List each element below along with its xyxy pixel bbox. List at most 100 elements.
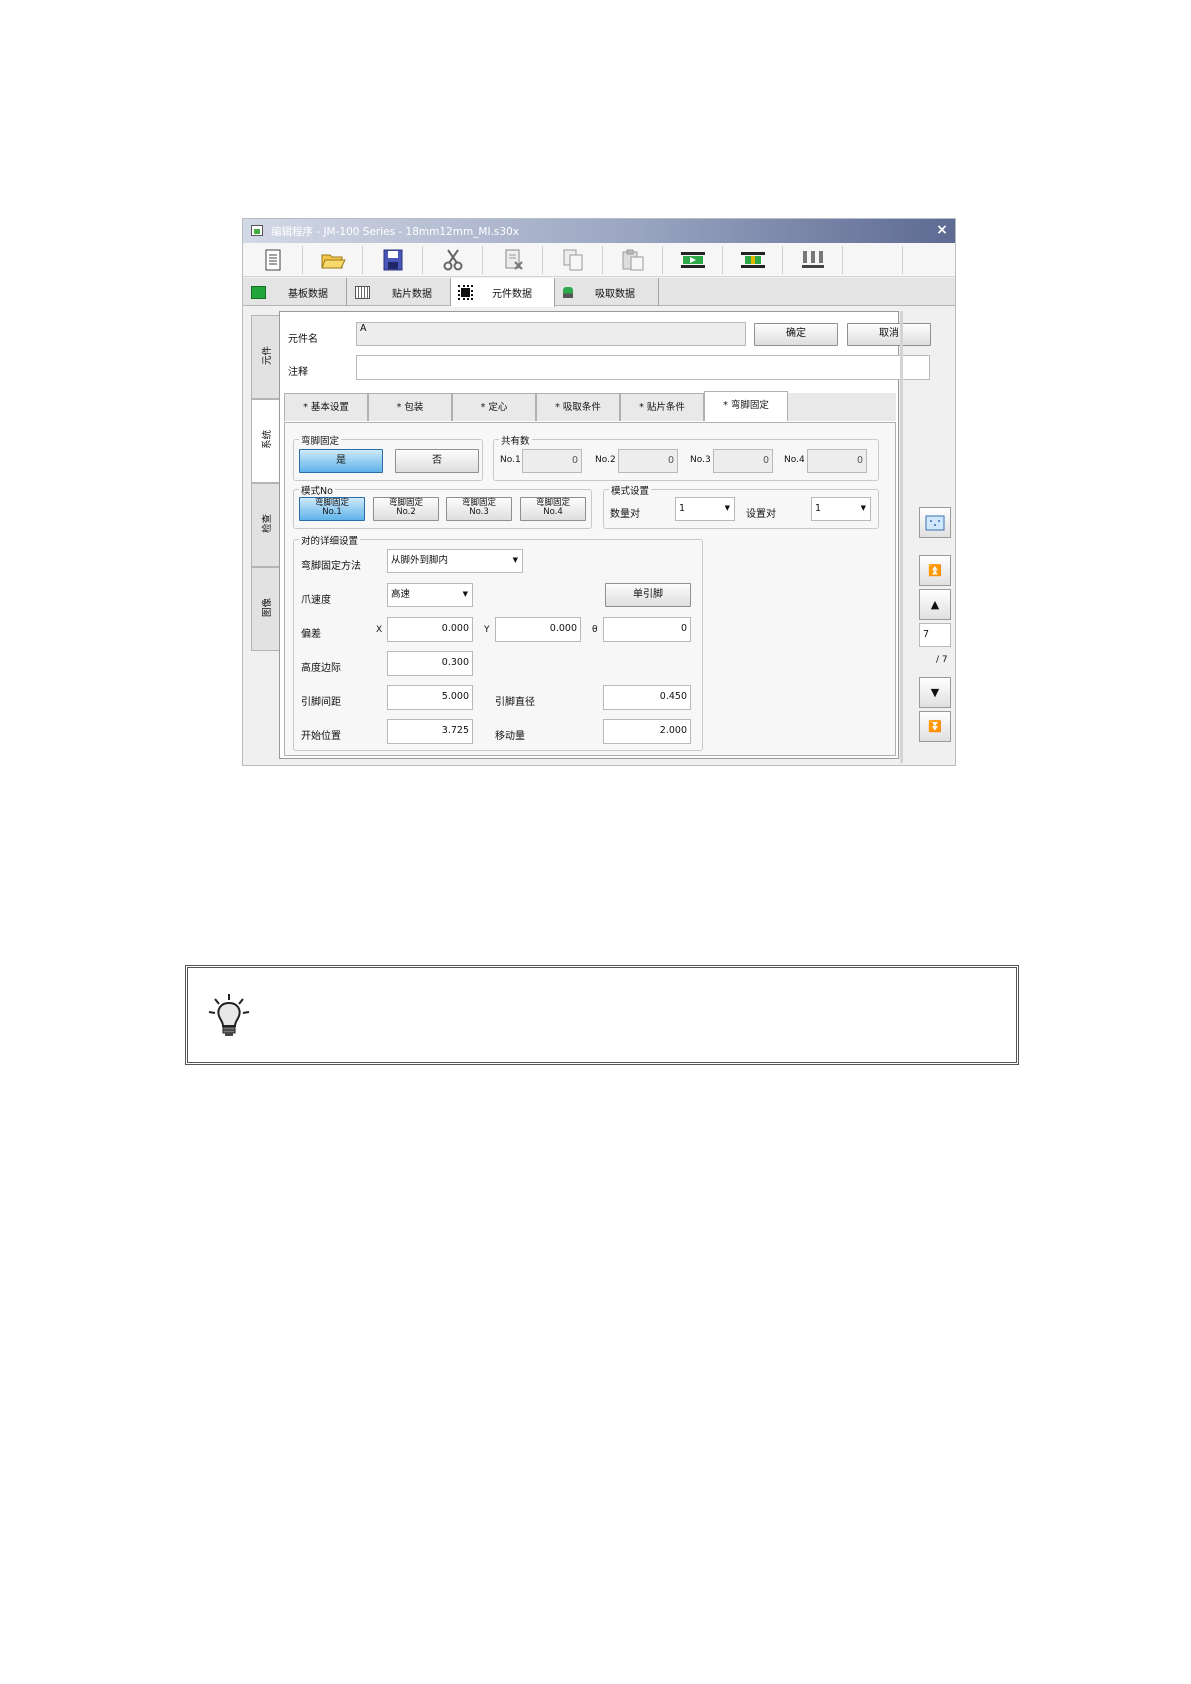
- height-margin-input[interactable]: 0.300: [387, 651, 473, 676]
- prev-record-button[interactable]: ▲: [919, 589, 951, 620]
- tab-pickup-data[interactable]: 吸取数据: [555, 278, 659, 306]
- move-amount-input[interactable]: 2.000: [603, 719, 691, 744]
- offset-x-input[interactable]: 0.000: [387, 617, 473, 642]
- offset-theta-input[interactable]: 0: [603, 617, 691, 642]
- nozzle-button[interactable]: [783, 246, 843, 274]
- shared-count-title: 共有数: [499, 433, 532, 447]
- pattern-no4-button[interactable]: 弯脚固定 No.4: [520, 497, 586, 521]
- clinch-method-select[interactable]: 从脚外到脚内: [387, 549, 523, 573]
- pickup-icon: [563, 286, 573, 298]
- clinch-no-button[interactable]: 否: [395, 449, 479, 473]
- record-total: / 7: [936, 655, 948, 665]
- tip-box: [185, 965, 1019, 1065]
- cut-button[interactable]: [423, 246, 483, 274]
- side-tab-check[interactable]: 检查: [251, 483, 279, 567]
- new-file-button[interactable]: [243, 246, 303, 274]
- comment-input[interactable]: [356, 355, 930, 380]
- save-icon: [383, 249, 402, 271]
- tab-basic-settings[interactable]: * 基本设置: [284, 393, 368, 421]
- part-name-label: 元件名: [288, 334, 318, 345]
- offset-y-input[interactable]: 0.000: [495, 617, 581, 642]
- clinch-group-title: 弯脚固定: [299, 433, 342, 447]
- cancel-button[interactable]: 取消: [847, 323, 931, 346]
- editor-window: 编辑程序 - JM-100 Series - 18mm12mm_MI.s30x …: [242, 218, 956, 766]
- start-position-label: 开始位置: [301, 731, 341, 742]
- shared-no4-label: No.4: [784, 455, 805, 465]
- single-pin-button[interactable]: 单引脚: [605, 583, 691, 607]
- count-pairs-label: 数量对: [610, 509, 640, 520]
- delete-icon: [505, 249, 523, 270]
- tab-clinch[interactable]: * 弯脚固定: [704, 391, 788, 421]
- title-bar: 编辑程序 - JM-100 Series - 18mm12mm_MI.s30x …: [243, 219, 955, 243]
- offset-y-label: Y: [484, 625, 490, 635]
- board-icon: [251, 285, 266, 299]
- shared-no1-input: 0: [522, 449, 582, 473]
- set-pairs-select[interactable]: 1: [811, 497, 871, 521]
- open-folder-icon: [320, 254, 346, 269]
- record-number-input[interactable]: 7: [919, 623, 951, 647]
- paste-icon: [622, 249, 643, 271]
- close-button[interactable]: ×: [933, 222, 951, 239]
- toolbar-spacer: [843, 246, 903, 274]
- tab-board-data[interactable]: 基板数据: [243, 278, 347, 306]
- claw-speed-label: 爪速度: [301, 595, 331, 606]
- part-name-input[interactable]: A: [356, 322, 746, 346]
- move-amount-label: 移动量: [495, 731, 525, 742]
- app-icon: [251, 225, 263, 236]
- start-position-input[interactable]: 3.725: [387, 719, 473, 744]
- lead-diameter-label: 引脚直径: [495, 697, 535, 708]
- lead-pitch-label: 引脚间距: [301, 697, 341, 708]
- side-tab-system[interactable]: 系统: [251, 399, 279, 483]
- tab-packaging[interactable]: * 包装: [368, 393, 452, 421]
- conveyor-button[interactable]: [723, 246, 783, 274]
- open-button[interactable]: [303, 246, 363, 274]
- shared-no3-input: 0: [713, 449, 773, 473]
- cut-icon: [443, 249, 462, 271]
- shared-no2-label: No.2: [595, 455, 616, 465]
- tab-strip-filler: [788, 393, 896, 421]
- inner-tab-bar: * 基本设置 * 包装 * 定心 * 吸取条件 * 贴片条件 * 弯脚固定: [284, 391, 896, 423]
- offset-label: 偏差: [301, 629, 321, 640]
- part-data-panel: 元件名 A 确定 取消 注释 * 基本设置 * 包装 * 定心 * 吸取条件 *…: [279, 311, 931, 759]
- count-pairs-select[interactable]: 1: [675, 497, 735, 521]
- tab-pickup-conditions[interactable]: * 吸取条件: [536, 393, 620, 421]
- conveyor-icon: [740, 252, 765, 268]
- pattern-no1-button[interactable]: 弯脚固定 No.1: [299, 497, 365, 521]
- up-arrow-icon: ▲: [930, 598, 940, 611]
- mode-settings-title: 模式设置: [609, 483, 652, 497]
- lead-pitch-input[interactable]: 5.000: [387, 685, 473, 710]
- next-record-button[interactable]: ▼: [919, 677, 951, 708]
- copy-button[interactable]: [543, 246, 603, 274]
- ok-button[interactable]: 确定: [754, 323, 838, 346]
- first-record-button[interactable]: ⏫: [919, 555, 951, 586]
- tab-placement-conditions[interactable]: * 贴片条件: [620, 393, 704, 421]
- clinch-method-label: 弯脚固定方法: [301, 561, 361, 572]
- set-pairs-label: 设置对: [746, 509, 776, 520]
- claw-speed-select[interactable]: 高速: [387, 583, 473, 607]
- lead-diameter-input[interactable]: 0.450: [603, 685, 691, 710]
- height-margin-label: 高度边际: [301, 663, 341, 674]
- lightbulb-icon: [208, 994, 250, 1036]
- shared-no2-input: 0: [618, 449, 678, 473]
- tab-part-data[interactable]: 元件数据: [451, 278, 555, 307]
- side-tab-part[interactable]: 元件: [251, 315, 279, 399]
- tab-placement-data[interactable]: 贴片数据: [347, 278, 451, 306]
- chip-icon: [458, 285, 473, 300]
- top-tab-bar: 基板数据 贴片数据 元件数据 吸取数据: [243, 278, 955, 307]
- view-image-button[interactable]: [919, 507, 951, 538]
- delete-button[interactable]: [483, 246, 543, 274]
- pattern-no4-line2: No.4: [543, 507, 563, 517]
- pattern-no3-button[interactable]: 弯脚固定 No.3: [446, 497, 512, 521]
- tab-centering[interactable]: * 定心: [452, 393, 536, 421]
- paste-button[interactable]: [603, 246, 663, 274]
- last-record-button[interactable]: ⏬: [919, 711, 951, 742]
- pattern-no2-button[interactable]: 弯脚固定 No.2: [373, 497, 439, 521]
- first-arrow-icon: ⏫: [928, 564, 942, 577]
- side-tab-image[interactable]: 图像: [251, 567, 279, 651]
- copy-icon: [563, 249, 582, 271]
- panel-shadow: [900, 311, 903, 763]
- conveyor-in-button[interactable]: [663, 246, 723, 274]
- clinch-yes-button[interactable]: 是: [299, 449, 383, 473]
- clinch-tab-page: 弯脚固定 是 否 共有数 No.1 0 No.2 0 No.3 0 No.4 0…: [284, 422, 896, 756]
- save-button[interactable]: [363, 246, 423, 274]
